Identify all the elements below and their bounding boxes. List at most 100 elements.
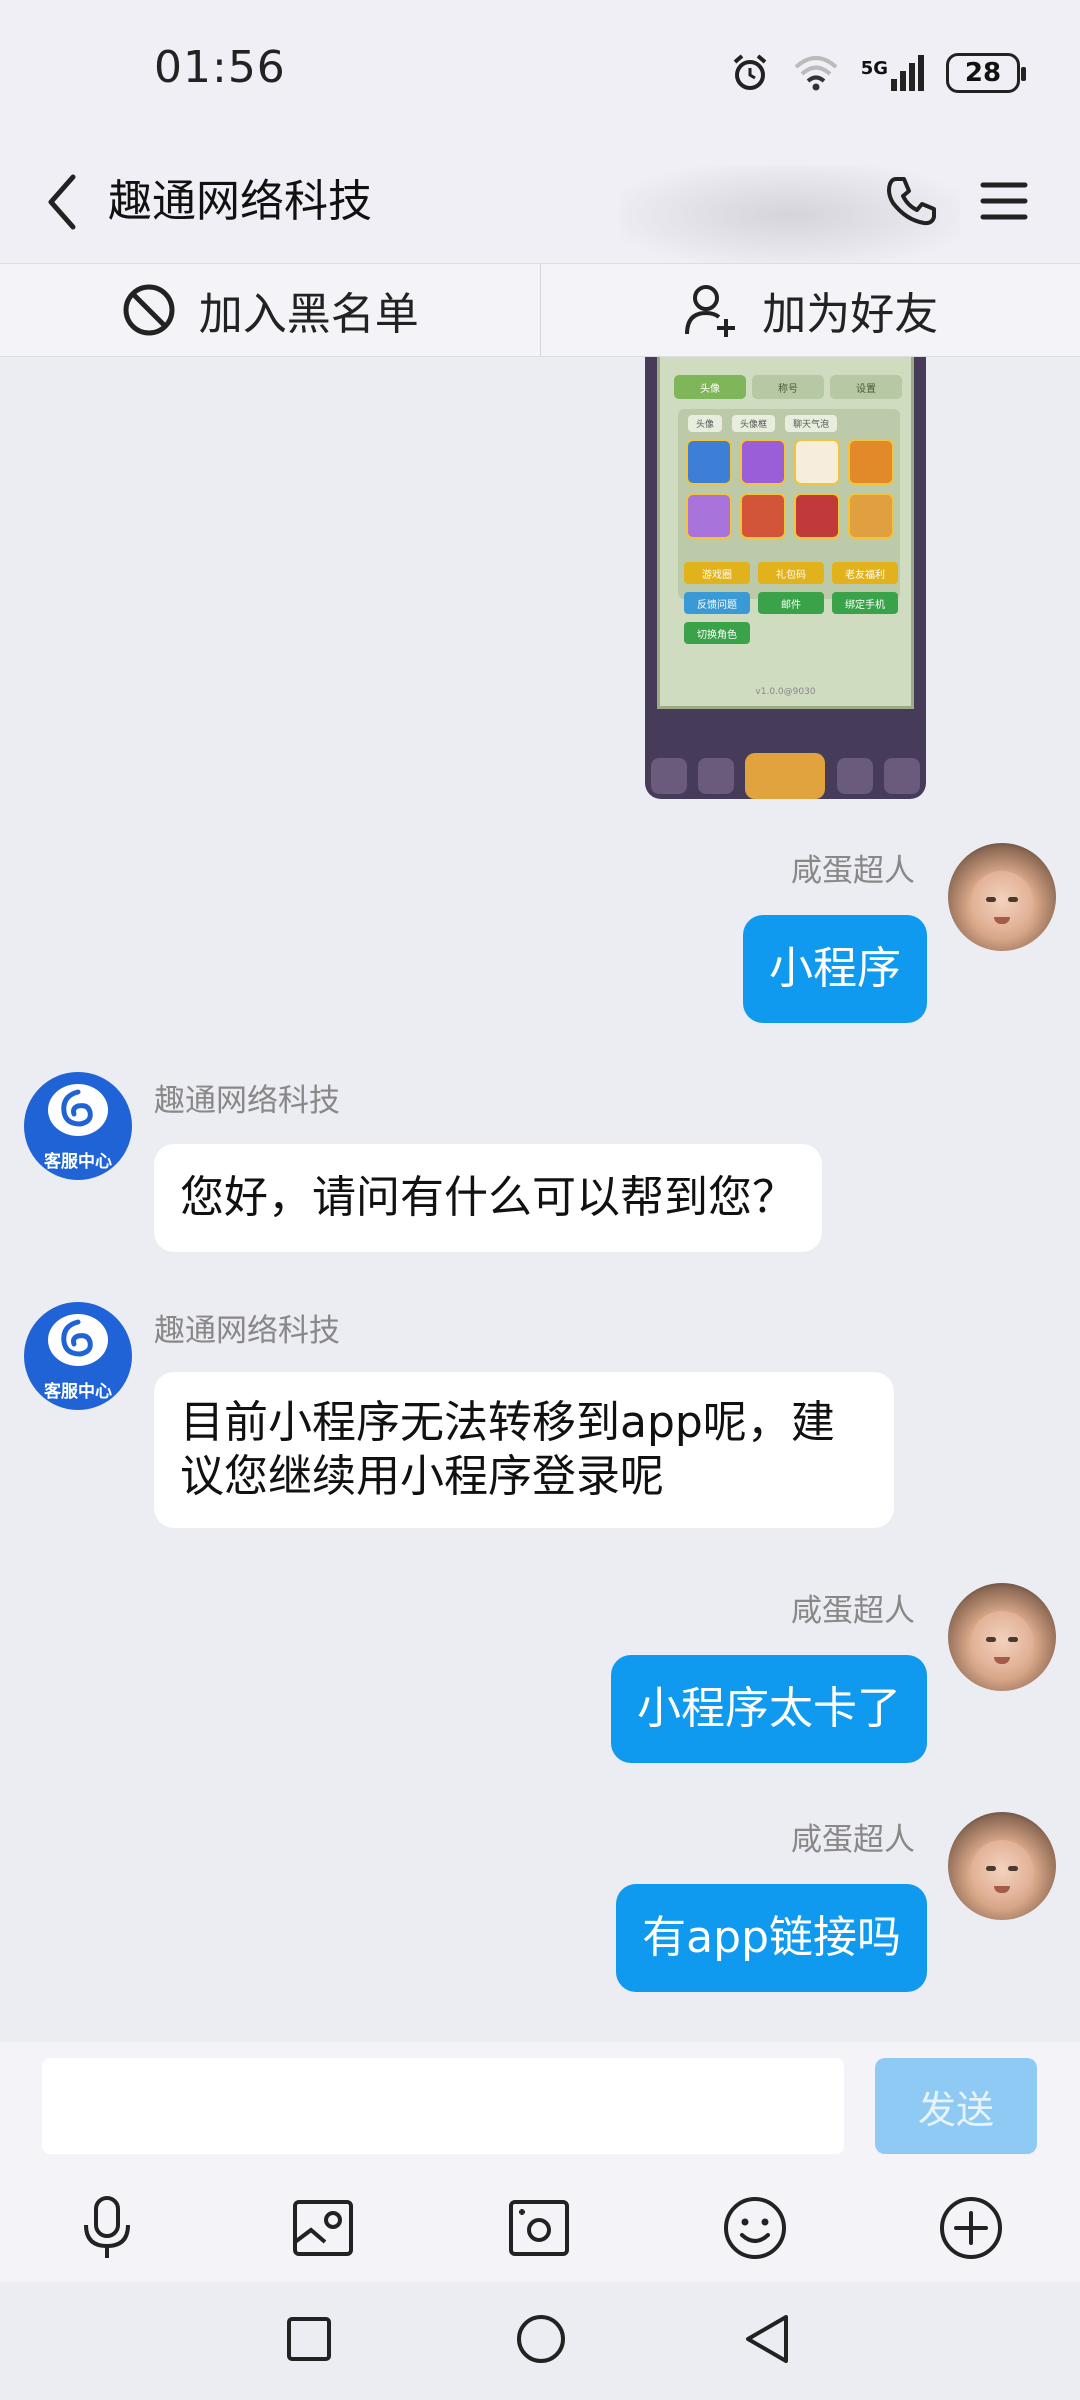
message-bubble[interactable]: 您好，请问有什么可以帮到您？ — [154, 1144, 822, 1252]
circle-icon — [517, 2315, 565, 2363]
avatar[interactable]: 客服中心 — [24, 1072, 132, 1180]
triangle-back-icon — [746, 2315, 788, 2363]
screenshot-tab: 称号 — [752, 375, 824, 399]
message-input[interactable] — [42, 2058, 844, 2154]
avatar-mouth — [994, 1886, 1010, 1893]
home-button[interactable] — [506, 2304, 576, 2374]
image-message[interactable]: 头像 称号 设置 头像 头像框 聊天气泡 游戏圈 礼包码 老友福利 反馈问题 邮… — [645, 357, 926, 799]
game-avatar-icon — [848, 439, 894, 485]
signal-icon: 5G — [861, 55, 924, 91]
screenshot-button: 反馈问题 — [684, 592, 750, 614]
screenshot-button: 老友福利 — [832, 562, 898, 584]
sender-name: 咸蛋超人 — [791, 1822, 915, 1858]
chat-title: 趣通网络科技 — [108, 176, 372, 227]
block-button[interactable]: 加入黑名单 — [0, 264, 540, 356]
game-avatar-icon — [794, 439, 840, 485]
wifi-icon — [794, 56, 838, 91]
image-icon — [293, 2200, 353, 2256]
add-friend-button[interactable]: 加为好友 — [541, 264, 1080, 356]
square-icon — [287, 2317, 331, 2361]
avatar[interactable] — [948, 843, 1056, 951]
screenshot-button: 切换角色 — [684, 622, 750, 644]
game-tab-icon — [745, 752, 826, 799]
plus-icon — [940, 2197, 1002, 2259]
avatar-face — [970, 1840, 1034, 1906]
sender-name: 咸蛋超人 — [791, 1593, 915, 1629]
back-icon — [48, 174, 76, 230]
message-bubble[interactable]: 有app链接吗 — [616, 1884, 927, 1992]
more-button[interactable] — [931, 2188, 1011, 2268]
add-friend-label: 加为好友 — [762, 289, 939, 340]
avatar-face — [970, 1611, 1034, 1677]
game-tab-icon — [836, 757, 873, 794]
cs-avatar-label: 客服中心 — [44, 1382, 112, 1402]
alarm-icon — [733, 54, 766, 90]
avatar-eye — [1008, 897, 1018, 902]
avatar[interactable] — [948, 1812, 1056, 1920]
chat-header: 趣通网络科技 — [0, 145, 1080, 265]
game-tab-icon — [884, 757, 921, 794]
screenshot-subtab: 头像 — [688, 415, 723, 432]
sender-name: 趣通网络科技 — [154, 1083, 340, 1119]
microphone-icon — [84, 2196, 130, 2258]
chat-area[interactable]: 头像 称号 设置 头像 头像框 聊天气泡 游戏圈 礼包码 老友福利 反馈问题 邮… — [0, 357, 1080, 2042]
game-avatar-icon — [686, 493, 732, 539]
cs-logo-icon — [48, 1084, 108, 1136]
game-avatar-icon — [686, 439, 732, 485]
screenshot-icons — [686, 439, 894, 539]
avatar-eye — [986, 1866, 996, 1871]
avatar-mouth — [994, 917, 1010, 924]
send-button[interactable]: 发送 — [875, 2058, 1037, 2154]
camera-button[interactable] — [499, 2188, 579, 2268]
game-avatar-icon — [794, 493, 840, 539]
avatar-eye — [986, 897, 996, 902]
composer-toolbar — [0, 2182, 1080, 2272]
back-button[interactable] — [28, 167, 98, 237]
recents-button[interactable] — [274, 2304, 344, 2374]
message-bubble[interactable]: 小程序 — [743, 915, 927, 1023]
game-avatar-icon — [740, 493, 786, 539]
game-tab-icon — [698, 757, 735, 794]
call-button[interactable] — [876, 165, 948, 237]
screenshot-bottom-bar — [645, 752, 926, 799]
voice-button[interactable] — [67, 2188, 147, 2268]
avatar-eye — [1008, 1866, 1018, 1871]
screenshot-subtab: 头像框 — [732, 415, 776, 432]
game-tab-icon — [650, 757, 687, 794]
block-icon — [123, 284, 175, 336]
game-avatar-icon — [848, 493, 894, 539]
sender-name: 咸蛋超人 — [791, 853, 915, 889]
screenshot-button: 邮件 — [758, 592, 824, 614]
avatar-eye — [1008, 1637, 1018, 1642]
screenshot-subtab: 聊天气泡 — [785, 415, 838, 432]
avatar[interactable]: 客服中心 — [24, 1302, 132, 1410]
action-bar: 加入黑名单 加为好友 — [0, 263, 1080, 357]
menu-button[interactable] — [968, 165, 1040, 237]
message-bubble[interactable]: 目前小程序无法转移到app呢，建议您继续用小程序登录呢 — [154, 1372, 894, 1528]
screenshot-tab: 设置 — [830, 375, 902, 399]
composer: 发送 — [0, 2042, 1080, 2282]
system-back-button[interactable] — [732, 2304, 802, 2374]
emoji-button[interactable] — [715, 2188, 795, 2268]
screenshot-button: 礼包码 — [758, 562, 824, 584]
add-friend-icon — [685, 285, 736, 337]
screenshot-buttons: 游戏圈 礼包码 老友福利 反馈问题 邮件 绑定手机 切换角色 — [684, 562, 914, 644]
image-button[interactable] — [283, 2188, 363, 2268]
avatar-mouth — [994, 1657, 1010, 1664]
status-icons: 5G 28 — [729, 50, 1026, 96]
cs-logo-icon — [48, 1314, 108, 1366]
system-navigation — [0, 2282, 1080, 2400]
block-label: 加入黑名单 — [198, 289, 419, 340]
screenshot-subtabs: 头像 头像框 聊天气泡 — [688, 415, 838, 432]
status-time: 01:56 — [154, 42, 286, 93]
camera-icon — [509, 2200, 569, 2256]
screenshot-tab: 头像 — [674, 375, 746, 399]
status-bar: 01:56 5G 28 — [0, 0, 1080, 145]
avatar-eye — [986, 1637, 996, 1642]
menu-icon — [980, 182, 1028, 220]
screenshot-panel: 头像 称号 设置 头像 头像框 聊天气泡 游戏圈 礼包码 老友福利 反馈问题 邮… — [657, 357, 914, 709]
message-bubble[interactable]: 小程序太卡了 — [611, 1655, 927, 1763]
sender-name: 趣通网络科技 — [154, 1313, 340, 1349]
screenshot-version: v1.0.0@9030 — [755, 687, 816, 697]
avatar[interactable] — [948, 1583, 1056, 1691]
